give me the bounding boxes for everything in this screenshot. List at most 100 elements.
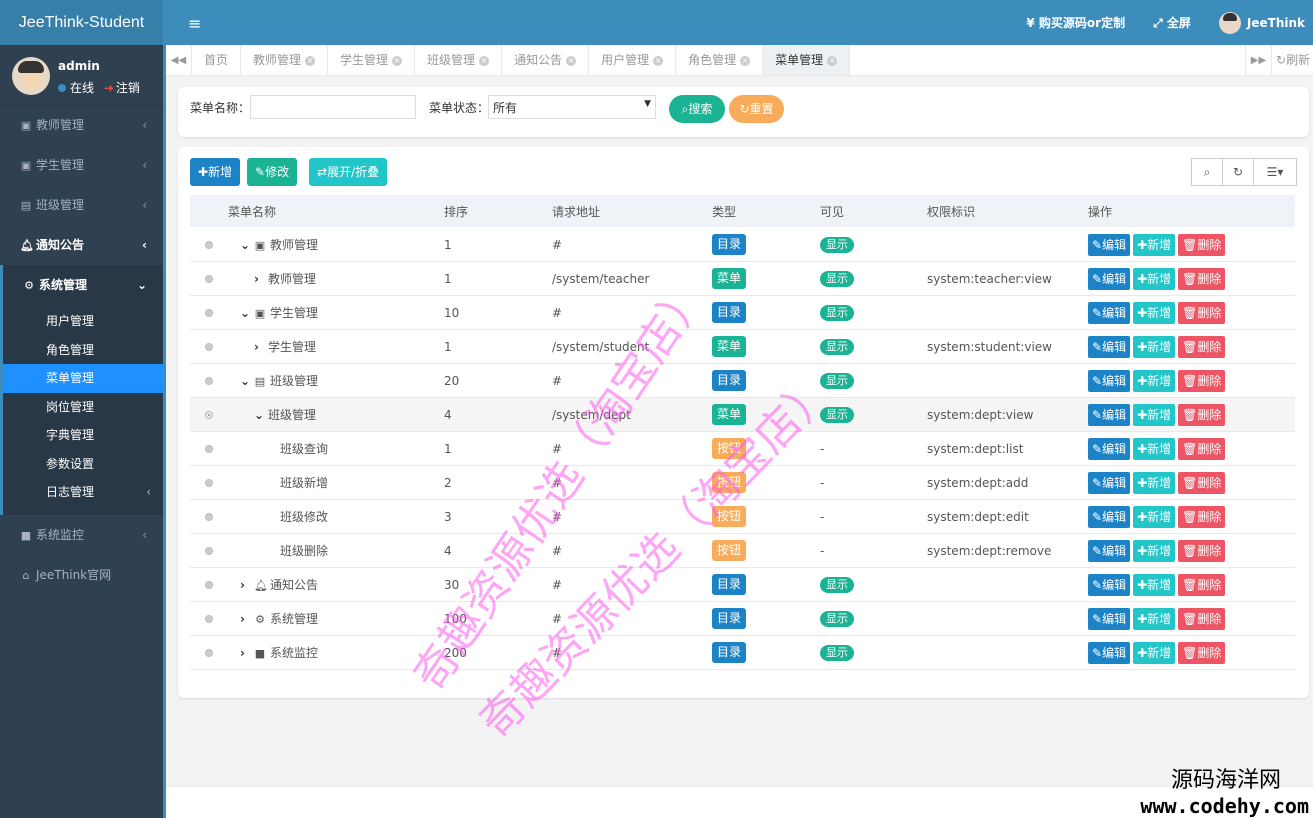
row-add-button[interactable]: ✚新增 bbox=[1133, 607, 1176, 630]
row-add-button[interactable]: ✚新增 bbox=[1133, 369, 1176, 392]
row-edit-button[interactable]: ✎编辑 bbox=[1088, 539, 1131, 562]
tabs-scroll-right-icon[interactable]: ▶▶ bbox=[1245, 45, 1271, 76]
col-header-type[interactable]: 类型 bbox=[712, 203, 820, 220]
row-delete-button[interactable]: 🗑︎删除 bbox=[1178, 641, 1226, 664]
close-icon[interactable]: × bbox=[566, 55, 577, 66]
close-icon[interactable]: × bbox=[479, 55, 490, 66]
row-add-button[interactable]: ✚新增 bbox=[1133, 301, 1176, 324]
row-add-button[interactable]: ✚新增 bbox=[1133, 471, 1176, 494]
row-radio[interactable] bbox=[205, 546, 213, 555]
row-add-button[interactable]: ✚新增 bbox=[1133, 641, 1176, 664]
menu-name-input[interactable] bbox=[250, 95, 416, 119]
sidebar-item-monitor[interactable]: ■ 系统监控 ‹ bbox=[0, 515, 163, 555]
row-radio[interactable] bbox=[205, 580, 213, 589]
sidebar-item-class[interactable]: ▤ 班级管理 ‹ bbox=[0, 185, 163, 225]
row-delete-button[interactable]: 🗑︎删除 bbox=[1178, 233, 1226, 256]
tab-notice[interactable]: 通知公告 × bbox=[502, 45, 590, 75]
row-radio[interactable] bbox=[205, 444, 213, 453]
tabs-scroll-left-icon[interactable]: ◀◀ bbox=[166, 45, 192, 76]
row-edit-button[interactable]: ✎编辑 bbox=[1088, 369, 1131, 392]
row-radio[interactable] bbox=[205, 648, 213, 657]
chevron-right-icon[interactable]: › bbox=[254, 272, 268, 286]
row-radio[interactable] bbox=[205, 376, 213, 385]
row-radio[interactable] bbox=[205, 308, 213, 317]
row-add-button[interactable]: ✚新增 bbox=[1133, 539, 1176, 562]
row-edit-button[interactable]: ✎编辑 bbox=[1088, 607, 1131, 630]
row-radio[interactable] bbox=[205, 274, 213, 283]
sidebar-item-system[interactable]: ⚙ 系统管理 ⌄ bbox=[0, 265, 163, 305]
reset-button[interactable]: ↻重置 bbox=[729, 95, 784, 123]
row-add-button[interactable]: ✚新增 bbox=[1133, 335, 1176, 358]
close-icon[interactable]: × bbox=[740, 55, 751, 66]
row-radio[interactable] bbox=[205, 478, 213, 487]
table-row[interactable]: ⌄ 班级管理 4/system/dept 菜单 显示 system:dept:view ✎编… bbox=[190, 398, 1295, 432]
row-edit-button[interactable]: ✎编辑 bbox=[1088, 471, 1131, 494]
close-icon[interactable]: × bbox=[305, 55, 316, 66]
menu-status-select[interactable]: 所有 ▼ bbox=[488, 95, 656, 119]
row-delete-button[interactable]: 🗑︎删除 bbox=[1178, 267, 1226, 290]
table-row[interactable]: ⌄ ▣ 教师管理 1 # 目录 显示 ✎编辑 ✚新增 🗑︎删除 bbox=[190, 228, 1295, 262]
table-row[interactable]: ⌄ ▣ 学生管理 10 # 目录 显示 ✎编辑 ✚新增 🗑︎删除 bbox=[190, 296, 1295, 330]
sidebar-item-role-mgmt[interactable]: 角色管理 bbox=[3, 336, 163, 365]
row-add-button[interactable]: ✚新增 bbox=[1133, 403, 1176, 426]
close-icon[interactable]: × bbox=[827, 55, 838, 66]
row-edit-button[interactable]: ✎编辑 bbox=[1088, 335, 1131, 358]
row-radio[interactable] bbox=[205, 512, 213, 521]
row-radio[interactable] bbox=[205, 342, 213, 351]
col-header-url[interactable]: 请求地址 bbox=[552, 203, 712, 220]
chevron-right-icon[interactable]: › bbox=[240, 646, 254, 660]
chevron-right-icon[interactable]: › bbox=[240, 578, 254, 592]
row-edit-button[interactable]: ✎编辑 bbox=[1088, 641, 1131, 664]
table-row[interactable]: › ■ 系统监控 200 # 目录 显示 ✎编辑 ✚新增 🗑︎删除 bbox=[190, 636, 1295, 670]
table-row[interactable]: 班级删除 4 # 按钮 - system:dept:remove ✎编辑 ✚新增 🗑︎删除 bbox=[190, 534, 1295, 568]
tab-home[interactable]: 首页 bbox=[192, 45, 242, 75]
top-user-menu[interactable]: JeeThink bbox=[1218, 11, 1305, 34]
row-edit-button[interactable]: ✎编辑 bbox=[1088, 301, 1131, 324]
col-header-name[interactable]: 菜单名称 bbox=[228, 203, 444, 220]
chevron-down-icon[interactable]: ⌄ bbox=[240, 238, 254, 252]
row-delete-button[interactable]: 🗑︎删除 bbox=[1178, 437, 1226, 460]
close-icon[interactable]: × bbox=[392, 55, 403, 66]
tab-class[interactable]: 班级管理 × bbox=[415, 45, 503, 75]
refresh-icon[interactable]: ↻ bbox=[1222, 158, 1254, 186]
row-edit-button[interactable]: ✎编辑 bbox=[1088, 403, 1131, 426]
tab-teacher[interactable]: 教师管理 × bbox=[241, 45, 329, 75]
row-delete-button[interactable]: 🗑︎删除 bbox=[1178, 369, 1226, 392]
tab-role[interactable]: 角色管理 × bbox=[676, 45, 764, 75]
row-add-button[interactable]: ✚新增 bbox=[1133, 233, 1176, 256]
sidebar-item-menu-mgmt[interactable]: 菜单管理 bbox=[3, 364, 163, 393]
search-button[interactable]: ⌕搜索 bbox=[669, 95, 725, 123]
row-edit-button[interactable]: ✎编辑 bbox=[1088, 437, 1131, 460]
chevron-down-icon[interactable]: ⌄ bbox=[240, 306, 254, 320]
chevron-right-icon[interactable]: › bbox=[254, 340, 268, 354]
row-add-button[interactable]: ✚新增 bbox=[1133, 573, 1176, 596]
expand-collapse-button[interactable]: ⇄展开/折叠 bbox=[309, 158, 388, 186]
row-edit-button[interactable]: ✎编辑 bbox=[1088, 505, 1131, 528]
row-radio[interactable] bbox=[205, 614, 213, 623]
sidebar-item-user-mgmt[interactable]: 用户管理 bbox=[3, 307, 163, 336]
table-row[interactable]: › ⚙ 系统管理 100 # 目录 显示 ✎编辑 ✚新增 🗑︎删除 bbox=[190, 602, 1295, 636]
chevron-down-icon[interactable]: ⌄ bbox=[254, 408, 268, 422]
row-radio[interactable] bbox=[205, 410, 213, 419]
table-row[interactable]: ⌄ ▤ 班级管理 20 # 目录 显示 ✎编辑 ✚新增 🗑︎删除 bbox=[190, 364, 1295, 398]
row-delete-button[interactable]: 🗑︎删除 bbox=[1178, 471, 1226, 494]
columns-dropdown-icon[interactable]: ☰▾ bbox=[1253, 158, 1297, 186]
chevron-down-icon[interactable]: ⌄ bbox=[240, 374, 254, 388]
col-header-perm[interactable]: 权限标识 bbox=[927, 203, 1088, 220]
close-icon[interactable]: × bbox=[653, 55, 664, 66]
row-delete-button[interactable]: 🗑︎删除 bbox=[1178, 301, 1226, 324]
row-add-button[interactable]: ✚新增 bbox=[1133, 437, 1176, 460]
logout-link[interactable]: ➜ 注销 bbox=[104, 81, 140, 95]
sidebar-item-teacher[interactable]: ▣ 教师管理 ‹ bbox=[0, 105, 163, 145]
col-header-visible[interactable]: 可见 bbox=[820, 203, 927, 220]
row-delete-button[interactable]: 🗑︎删除 bbox=[1178, 539, 1226, 562]
add-button[interactable]: ✚新增 bbox=[190, 158, 241, 186]
search-toggle-icon[interactable]: ⌕ bbox=[1191, 158, 1223, 186]
chevron-right-icon[interactable]: › bbox=[240, 612, 254, 626]
sidebar-item-notice[interactable]: 🔔︎ 通知公告 ‹ bbox=[0, 225, 163, 265]
fullscreen-button[interactable]: ⤢ 全屏 bbox=[1153, 14, 1191, 31]
table-row[interactable]: 班级查询 1 # 按钮 - system:dept:list ✎编辑 ✚新增 🗑︎删除 bbox=[190, 432, 1295, 466]
refresh-tab-button[interactable]: ↻刷新 bbox=[1271, 45, 1313, 76]
row-delete-button[interactable]: 🗑︎删除 bbox=[1178, 573, 1226, 596]
table-row[interactable]: 班级新增 2 # 按钮 - system:dept:add ✎编辑 ✚新增 🗑︎删除 bbox=[190, 466, 1295, 500]
